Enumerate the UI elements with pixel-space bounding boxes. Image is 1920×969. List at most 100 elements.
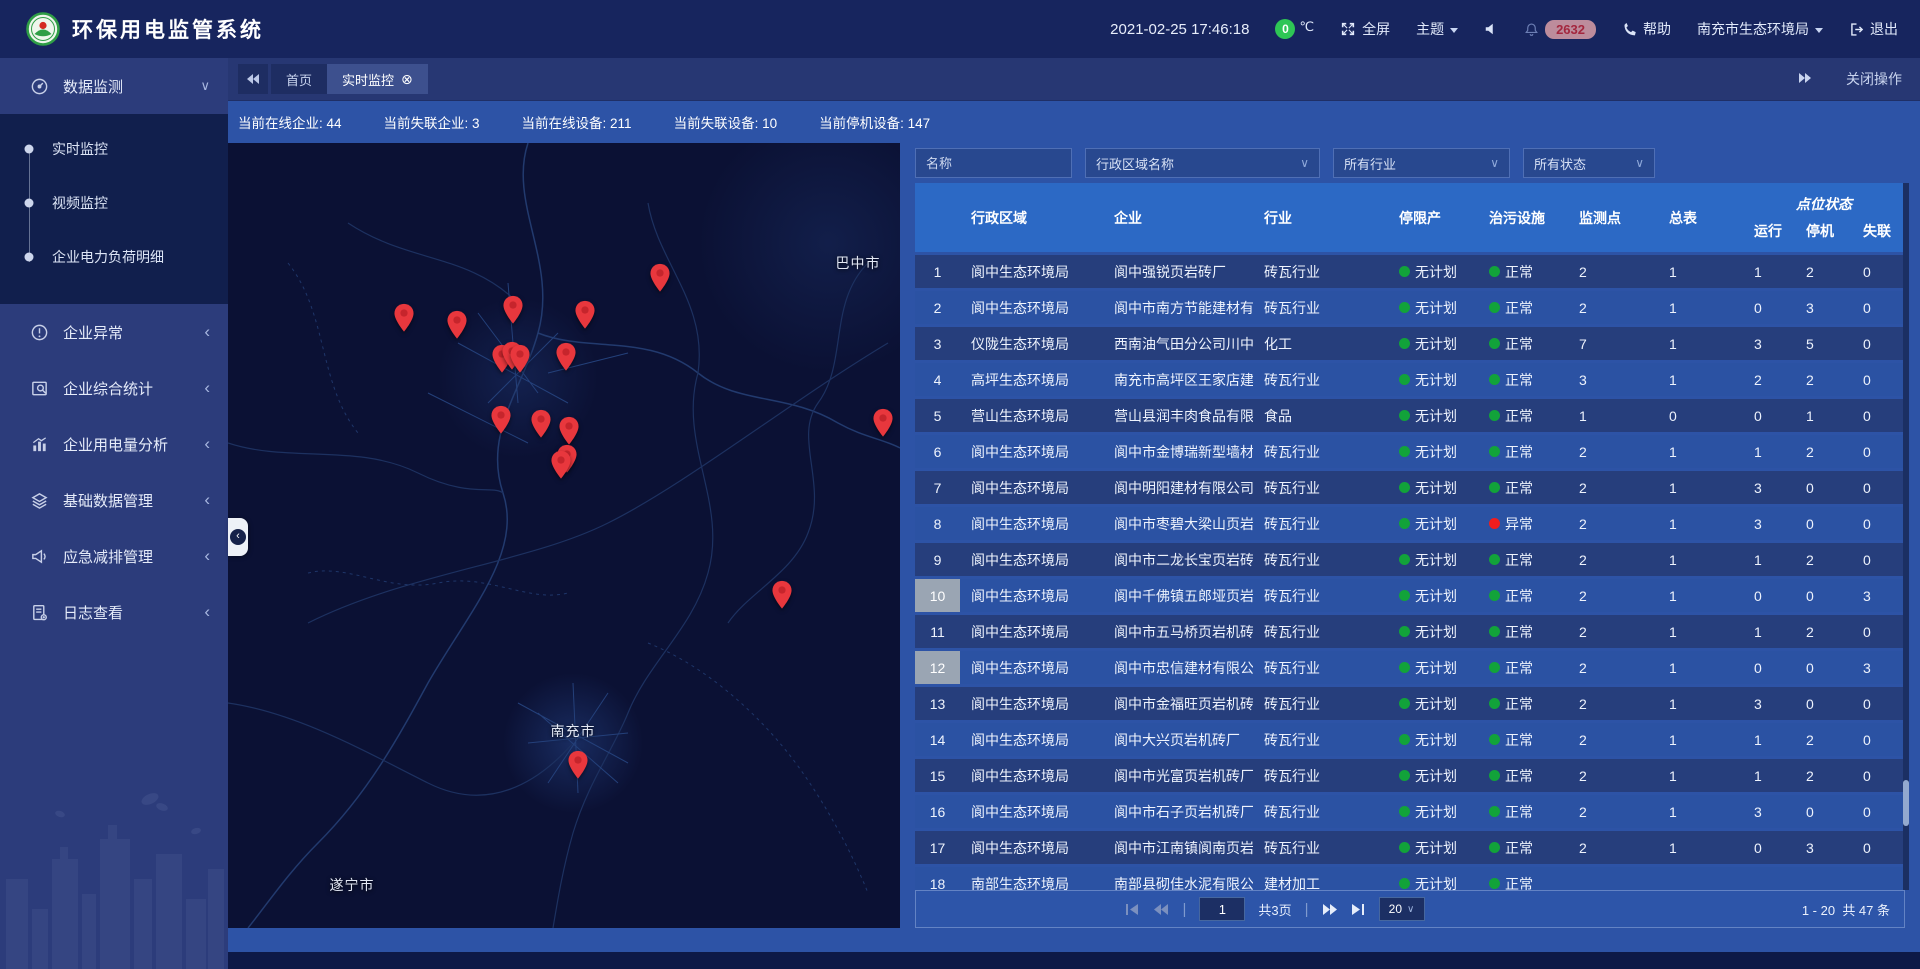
map-pin[interactable] xyxy=(574,300,596,330)
sidebar-group-基础数据管理[interactable]: 基础数据管理‹ xyxy=(0,472,228,528)
map-pin[interactable] xyxy=(771,580,793,610)
scrollbar-thumb[interactable] xyxy=(1903,780,1909,826)
next-page-icon xyxy=(1322,903,1338,916)
cell-total-meter: 1 xyxy=(1658,687,1743,720)
table-row[interactable]: 7阆中生态环境局阆中明阳建材有限公司砖瓦行业无计划正常21300 xyxy=(915,471,1905,504)
sidebar-item-实时监控[interactable]: 实时监控 xyxy=(0,122,228,176)
sidebar-item-企业电力负荷明细[interactable]: 企业电力负荷明细 xyxy=(0,230,228,284)
next-page-button[interactable] xyxy=(1322,903,1338,916)
log-icon xyxy=(30,603,49,622)
table-row[interactable]: 14阆中生态环境局阆中大兴页岩机砖厂砖瓦行业无计划正常21120 xyxy=(915,723,1905,756)
cell-total-meter: 1 xyxy=(1658,327,1743,360)
total-pages-label: 共3页 xyxy=(1258,900,1291,919)
table-row[interactable]: 4高坪生态环境局南充市高坪区王家店建砖瓦行业无计划正常31220 xyxy=(915,363,1905,396)
cell-monitor-count: 2 xyxy=(1568,435,1658,468)
sidebar-group-企业异常[interactable]: 企业异常‹ xyxy=(0,304,228,360)
map-pin[interactable] xyxy=(393,303,415,333)
industry-select[interactable]: 所有行业 ∨ xyxy=(1333,148,1510,178)
status-dot-green xyxy=(1399,806,1410,817)
status-dot-green xyxy=(1489,662,1500,673)
cell-row-number: 7 xyxy=(915,471,960,504)
map-pin[interactable] xyxy=(649,263,671,293)
temperature-unit: ℃ xyxy=(1299,19,1314,35)
table-row[interactable]: 8阆中生态环境局阆中市枣碧大梁山页岩砖瓦行业无计划异常21300 xyxy=(915,507,1905,540)
sidebar-group-企业用电量分析[interactable]: 企业用电量分析‹ xyxy=(0,416,228,472)
col-company: 企业 xyxy=(1103,183,1253,252)
cell-region: 阆中生态环境局 xyxy=(960,291,1103,324)
speaker-icon xyxy=(1484,22,1498,36)
table-row[interactable]: 2阆中生态环境局阆中市南方节能建材有砖瓦行业无计划正常21030 xyxy=(915,291,1905,324)
audio-toggle[interactable] xyxy=(1484,22,1498,36)
cell-run-count: 1 xyxy=(1743,543,1795,576)
sidebar-group-应急减排管理[interactable]: 应急减排管理‹ xyxy=(0,528,228,584)
tab-home[interactable]: 首页 xyxy=(271,64,327,94)
cell-lost-count: 0 xyxy=(1852,507,1905,540)
status-dot-green xyxy=(1399,482,1410,493)
map-pin[interactable] xyxy=(446,310,468,340)
status-dot-green xyxy=(1489,410,1500,421)
prev-page-button[interactable] xyxy=(1153,903,1169,916)
table-row[interactable]: 12阆中生态环境局阆中市忠信建材有限公砖瓦行业无计划正常21003 xyxy=(915,651,1905,684)
sidebar-collapse-button[interactable]: ‹ xyxy=(228,518,248,556)
map-pin[interactable] xyxy=(509,344,531,374)
status-dot-green xyxy=(1489,590,1500,601)
divider: | xyxy=(1305,901,1309,918)
table-row[interactable]: 10阆中生态环境局阆中千佛镇五郎垭页岩砖瓦行业无计划正常21003 xyxy=(915,579,1905,612)
city-label-巴中市: 巴中市 xyxy=(836,253,881,273)
cell-stop-status: 无计划 xyxy=(1388,651,1478,684)
cell-run-count: 0 xyxy=(1743,651,1795,684)
map-pin[interactable] xyxy=(555,342,577,372)
map-pin[interactable] xyxy=(872,408,894,438)
tab-scroll-left-button[interactable] xyxy=(238,64,268,94)
map-pin[interactable] xyxy=(490,405,512,435)
org-menu[interactable]: 南充市生态环境局 xyxy=(1697,19,1823,39)
close-operations-menu[interactable]: 关闭操作 xyxy=(1846,69,1902,89)
map-pin[interactable] xyxy=(550,450,572,480)
last-page-button[interactable] xyxy=(1351,903,1366,916)
sidebar-group-企业综合统计[interactable]: 企业综合统计‹ xyxy=(0,360,228,416)
table-row[interactable]: 1阆中生态环境局阆中强锐页岩砖厂砖瓦行业无计划正常21120 xyxy=(915,255,1905,288)
sidebar-group-日志查看[interactable]: 日志查看‹ xyxy=(0,584,228,640)
cell-industry: 砖瓦行业 xyxy=(1253,255,1388,288)
help-button[interactable]: 帮助 xyxy=(1622,19,1671,39)
table-row[interactable]: 5营山生态环境局营山县润丰肉食品有限食品无计划正常10010 xyxy=(915,399,1905,432)
notifications[interactable]: 2632 xyxy=(1524,20,1596,39)
fullscreen-button[interactable]: 全屏 xyxy=(1340,19,1390,39)
map-pin[interactable] xyxy=(502,295,524,325)
map-pin[interactable] xyxy=(530,409,552,439)
status-summary-bar: 当前在线企业: 44当前失联企业: 3当前在线设备: 211当前失联设备: 10… xyxy=(228,100,1920,143)
map-panel[interactable]: 巴中市南充市遂宁市 xyxy=(228,143,900,928)
table-row[interactable]: 6阆中生态环境局阆中市金博瑞新型墙材砖瓦行业无计划正常21120 xyxy=(915,435,1905,468)
chevron-down-icon: ∨ xyxy=(1407,904,1414,915)
table-row[interactable]: 15阆中生态环境局阆中市光富页岩机砖厂砖瓦行业无计划正常21120 xyxy=(915,759,1905,792)
map-pin[interactable] xyxy=(567,750,589,780)
tab-scroll-right-button[interactable] xyxy=(1798,71,1812,87)
table-row[interactable]: 16阆中生态环境局阆中市石子页岩机砖厂砖瓦行业无计划正常21300 xyxy=(915,795,1905,828)
notification-count-badge: 2632 xyxy=(1545,20,1596,39)
double-chevron-right-icon xyxy=(1798,72,1812,84)
name-search-input[interactable] xyxy=(915,148,1072,178)
chevron-left-icon: ‹ xyxy=(204,439,210,449)
sidebar-group-数据监测[interactable]: 数据监测∨ xyxy=(0,58,228,114)
table-row[interactable]: 17阆中生态环境局阆中市江南镇阆南页岩砖瓦行业无计划正常21030 xyxy=(915,831,1905,864)
cell-stop-status: 无计划 xyxy=(1388,327,1478,360)
sidebar-item-视频监控[interactable]: 视频监控 xyxy=(0,176,228,230)
table-row[interactable]: 3仪陇生态环境局西南油气田分公司川中化工无计划正常71350 xyxy=(915,327,1905,360)
status-select[interactable]: 所有状态 ∨ xyxy=(1523,148,1655,178)
region-select[interactable]: 行政区域名称 ∨ xyxy=(1085,148,1320,178)
close-icon[interactable]: ⊗ xyxy=(401,72,413,86)
tab-realtime-monitor[interactable]: 实时监控 ⊗ xyxy=(327,64,428,94)
page-size-select[interactable]: 20 ∨ xyxy=(1379,897,1425,921)
table-row[interactable]: 18南部生态环境局南部县砌佳水泥有限公建材加工无计划正常 xyxy=(915,867,1905,890)
cell-lost-count: 0 xyxy=(1852,723,1905,756)
table-scrollbar[interactable] xyxy=(1903,183,1909,890)
logout-button[interactable]: 退出 xyxy=(1849,19,1898,39)
theme-menu[interactable]: 主题 xyxy=(1416,19,1458,39)
table-row[interactable]: 13阆中生态环境局阆中市金福旺页岩机砖砖瓦行业无计划正常21300 xyxy=(915,687,1905,720)
map-pin[interactable] xyxy=(558,416,580,446)
table-row[interactable]: 9阆中生态环境局阆中市二龙长宝页岩砖砖瓦行业无计划正常21120 xyxy=(915,543,1905,576)
first-page-button[interactable] xyxy=(1125,903,1140,916)
cell-row-number: 2 xyxy=(915,291,960,324)
table-row[interactable]: 11阆中生态环境局阆中市五马桥页岩机砖砖瓦行业无计划正常21120 xyxy=(915,615,1905,648)
page-number-input[interactable] xyxy=(1199,897,1245,921)
